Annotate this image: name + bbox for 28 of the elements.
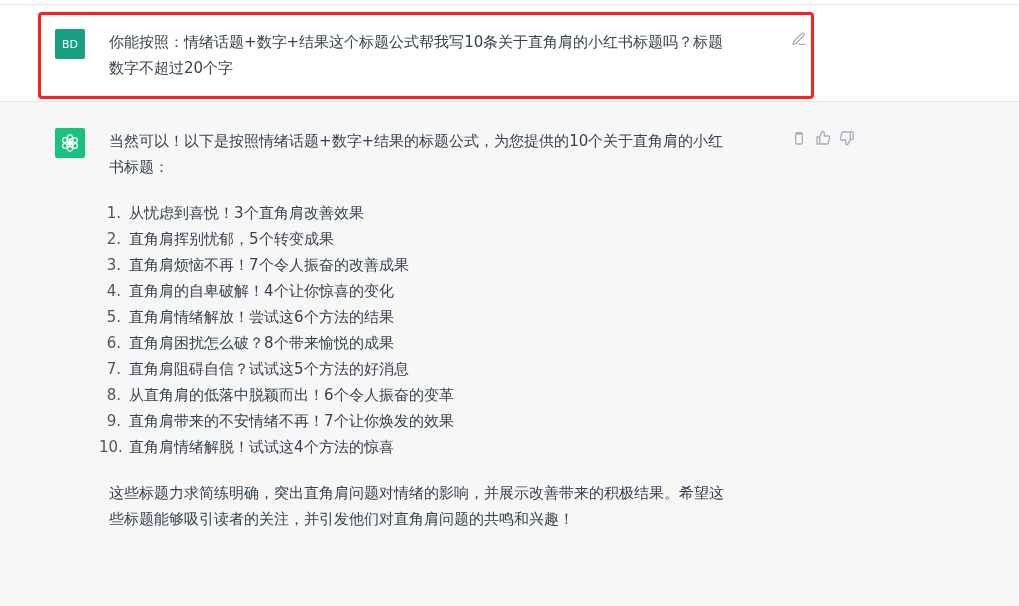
list-item-text: 直角肩挥别忧郁，5个转变成果 bbox=[129, 229, 334, 250]
list-number: 8. bbox=[105, 385, 121, 406]
assistant-avatar-icon bbox=[55, 128, 85, 158]
list-item-text: 从直角肩的低落中脱颖而出！6个令人振奋的变革 bbox=[129, 385, 454, 406]
edit-icon[interactable] bbox=[791, 31, 807, 47]
message-text: 当然可以！以下是按照情绪话题+数字+结果的标题公式，为您提供的10个关于直角肩的小红书标题： bbox=[109, 131, 725, 178]
list-item-text: 直角肩带来的不安情绪不再！7个让你焕发的效果 bbox=[129, 411, 454, 432]
thumbs-down-icon[interactable] bbox=[839, 130, 855, 146]
list-number: 2. bbox=[105, 229, 121, 250]
list-item-text: 直角肩困扰怎么破？8个带来愉悦的成果 bbox=[129, 333, 394, 354]
message-text: 这些标题力求简练明确，突出直角肩问题对情绪的影响，并展示改善带来的积极结果。希望这些标题能够吸引读者的关注，并引发他们对直角肩问题的共鸣和兴趣！ bbox=[109, 483, 725, 530]
list-number: 9. bbox=[105, 411, 121, 432]
message-text: 你能按照：情绪话题+数字+结果这个标题公式帮我写10条关于直角肩的小红书标题吗？标题数字不超过20个字 bbox=[109, 32, 725, 79]
user-avatar: BD bbox=[55, 29, 85, 59]
list-item-text: 直角肩的自卑破解！4个让你惊喜的变化 bbox=[129, 281, 394, 302]
list-item-text: 从忧虑到喜悦！3个直角肩改善效果 bbox=[129, 203, 364, 224]
list-item-text: 直角肩阻碍自信？试试这5个方法的好消息 bbox=[129, 359, 409, 380]
list-number: 3. bbox=[105, 255, 121, 276]
thumbs-up-icon[interactable] bbox=[815, 130, 831, 146]
list-number: 4. bbox=[105, 281, 121, 302]
list-item-text: 直角肩情绪解脱！试试这4个方法的惊喜 bbox=[129, 437, 394, 458]
list-number: 10. bbox=[99, 437, 121, 458]
list-number: 7. bbox=[105, 359, 121, 380]
list-number: 6. bbox=[105, 333, 121, 354]
list-item-text: 直角肩情绪解放！尝试这6个方法的结果 bbox=[129, 307, 394, 328]
list-item-text: 直角肩烦恼不再！7个令人振奋的改善成果 bbox=[129, 255, 409, 276]
list-number: 1. bbox=[105, 203, 121, 224]
list-number: 5. bbox=[105, 307, 121, 328]
